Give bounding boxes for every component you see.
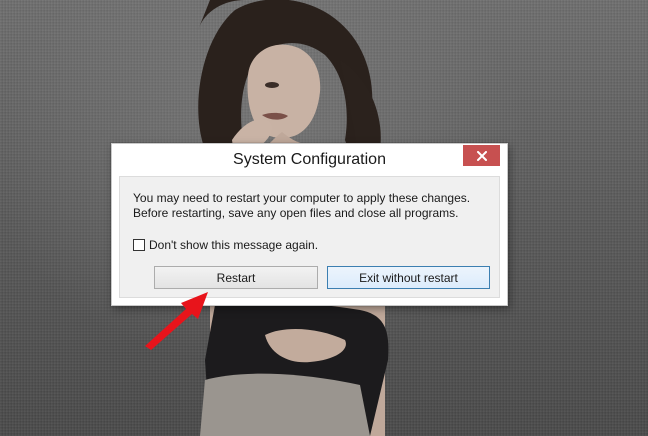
red-arrow-icon [145,292,208,350]
dont-show-again-checkbox-row[interactable]: Don't show this message again. [133,237,318,253]
dont-show-again-checkbox[interactable] [133,239,145,251]
dont-show-again-label: Don't show this message again. [149,238,319,252]
exit-without-restart-label: Exit without restart [359,270,458,285]
message-line-2: Before restarting, save any open files a… [133,206,459,220]
dialog-title: System Configuration [233,151,386,168]
exit-without-restart-button[interactable]: Exit without restart [327,266,490,289]
message-line-1: You may need to restart your computer to… [133,191,471,205]
restart-button-label: Restart [216,270,256,285]
dialog-body: You may need to restart your computer to… [119,176,500,298]
close-button[interactable] [463,145,500,166]
close-icon [476,150,487,161]
system-configuration-dialog: System Configuration You may need to res… [111,143,508,306]
dialog-title-bar[interactable]: System Configuration [112,144,507,176]
